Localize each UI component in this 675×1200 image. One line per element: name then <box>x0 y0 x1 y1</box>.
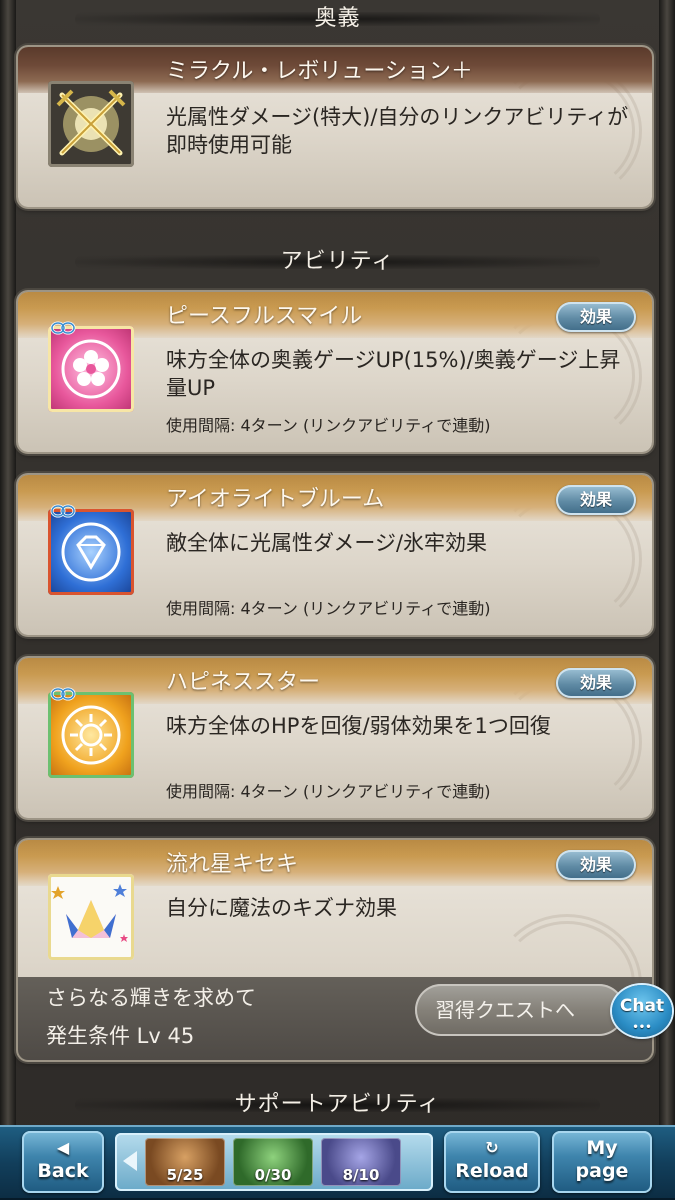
party-slot[interactable]: 8/10 <box>321 1138 401 1186</box>
back-arrow-icon: ◀ <box>56 1138 70 1157</box>
charge-attack-card: ミラクル・レボリューション＋ 光属性ダメージ(特大)/自分のリンクアビリティが即… <box>18 47 652 207</box>
reload-button[interactable]: ↻ Reload <box>444 1131 540 1193</box>
section-header-ougi: 奥義 <box>0 4 675 34</box>
charge-attack-name: ミラクル・レボリューション＋ <box>166 59 473 84</box>
chat-dots-icon: ••• <box>632 1022 652 1033</box>
effect-button[interactable]: 効果 <box>556 668 636 698</box>
unlock-title: さらなる輝きを求めて <box>46 986 256 1010</box>
sun-icon[interactable] <box>48 692 134 778</box>
crown-icon[interactable] <box>48 874 134 960</box>
ability-name: ピースフルスマイル <box>166 304 363 329</box>
party-slot[interactable]: 0/30 <box>233 1138 313 1186</box>
charge-attack-description: 光属性ダメージ(特大)/自分のリンクアビリティが即時使用可能 <box>166 105 629 157</box>
ability-card-4: 流れ星キセキ 効果 自分に魔法のキズナ効果 さらなる輝きを求めて 発生条件 Lv… <box>18 840 652 1060</box>
left-frame <box>0 0 16 1125</box>
bottom-nav: ◀ Back 5/25 0/30 8/10 ↻ Reload My page <box>0 1125 675 1200</box>
back-button[interactable]: ◀ Back <box>22 1131 104 1193</box>
reload-icon: ↻ <box>485 1138 499 1157</box>
unlock-condition: 発生条件 Lv 45 <box>46 1024 195 1048</box>
diamond-icon[interactable] <box>48 509 134 595</box>
ability-name: 流れ星キセキ <box>166 852 299 877</box>
effect-button[interactable]: 効果 <box>556 302 636 332</box>
crossed-swords-icon <box>48 81 134 167</box>
effect-button[interactable]: 効果 <box>556 850 636 880</box>
section-header-ability: アビリティ <box>0 246 675 278</box>
go-to-quest-button[interactable]: 習得クエストへ <box>415 984 625 1036</box>
ability-card-2: アイオライトブルーム 効果 敵全体に光属性ダメージ/氷牢効果 使用間隔: 4ター… <box>18 475 652 635</box>
ability-cooldown: 使用間隔: 4ターン (リンクアビリティで連動) <box>166 782 491 801</box>
effect-button[interactable]: 効果 <box>556 485 636 515</box>
ability-description: 敵全体に光属性ダメージ/氷牢効果 <box>166 531 488 555</box>
party-prev-arrow-icon[interactable] <box>123 1151 137 1171</box>
chat-button[interactable]: Chat ••• <box>612 985 672 1037</box>
flower-icon[interactable] <box>48 326 134 412</box>
link-icon <box>50 504 76 518</box>
right-frame <box>659 0 675 1125</box>
my-page-button[interactable]: My page <box>552 1131 652 1193</box>
ability-description: 味方全体のHPを回復/弱体効果を1つ回復 <box>166 714 551 738</box>
party-slot[interactable]: 5/25 <box>145 1138 225 1186</box>
link-icon <box>50 687 76 701</box>
ability-description: 味方全体の奥義ゲージUP(15%)/奥義ゲージ上昇量UP <box>166 348 621 400</box>
ability-description: 自分に魔法のキズナ効果 <box>166 896 397 920</box>
ability-cooldown: 使用間隔: 4ターン (リンクアビリティで連動) <box>166 599 491 618</box>
ability-card-1: ピースフルスマイル 効果 味方全体の奥義ゲージUP(15%)/奥義ゲージ上昇量U… <box>18 292 652 452</box>
link-icon <box>50 321 76 335</box>
ability-cooldown: 使用間隔: 4ターン (リンクアビリティで連動) <box>166 416 491 435</box>
section-header-support: サポートアビリティ <box>0 1088 675 1122</box>
ability-name: アイオライトブルーム <box>166 487 385 512</box>
ability-card-3: ハピネススター 効果 味方全体のHPを回復/弱体効果を1つ回復 使用間隔: 4タ… <box>18 658 652 818</box>
party-shortcut-strip: 5/25 0/30 8/10 <box>115 1133 433 1191</box>
ability-name: ハピネススター <box>166 670 321 695</box>
